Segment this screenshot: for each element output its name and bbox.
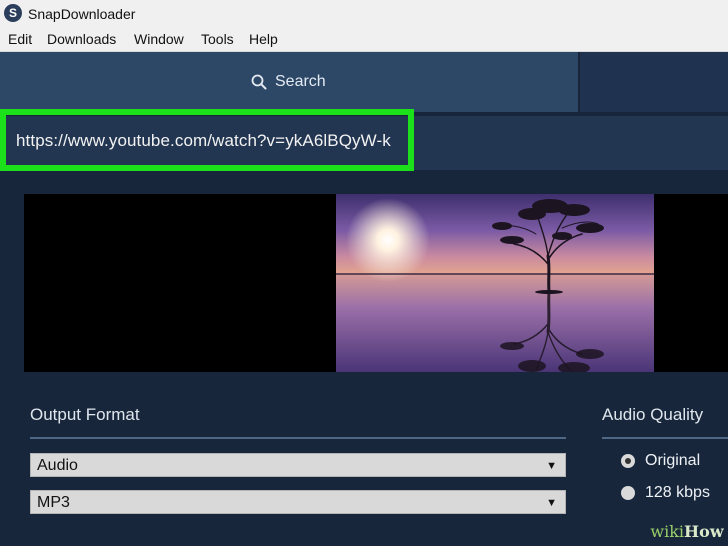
menu-window[interactable]: Window xyxy=(134,31,184,47)
radio-original[interactable] xyxy=(621,454,635,468)
menu-bar: Edit Downloads Window Tools Help xyxy=(0,28,728,52)
format-codec-select[interactable]: MP3 ▼ xyxy=(30,490,566,514)
search-icon xyxy=(251,74,267,90)
output-format-divider xyxy=(30,437,566,439)
radio-original-label: Original xyxy=(645,452,701,469)
url-input[interactable]: https://www.youtube.com/watch?v=ykA6lBQy… xyxy=(16,131,391,151)
radio-128kbps[interactable] xyxy=(621,486,635,500)
tab-secondary[interactable] xyxy=(580,52,728,112)
menu-downloads[interactable]: Downloads xyxy=(47,31,116,47)
radio-128kbps-label: 128 kbps xyxy=(645,484,710,501)
video-thumbnail xyxy=(336,194,654,372)
app-logo-icon: S xyxy=(4,4,22,22)
format-codec-value: MP3 xyxy=(37,494,70,511)
menu-help[interactable]: Help xyxy=(249,31,278,47)
audio-quality-label: Audio Quality xyxy=(602,405,704,424)
tab-search-label: Search xyxy=(275,73,326,90)
output-format-label: Output Format xyxy=(30,405,140,424)
wikihow-watermark: wiki How xyxy=(646,516,728,546)
watermark-part-1: wiki xyxy=(650,521,685,541)
format-type-value: Audio xyxy=(37,457,78,474)
dropdown-arrow-icon: ▼ xyxy=(546,460,557,472)
watermark-part-2: How xyxy=(684,521,724,541)
tab-bar: Search xyxy=(0,52,728,112)
menu-tools[interactable]: Tools xyxy=(201,31,234,47)
dropdown-arrow-icon: ▼ xyxy=(546,497,557,509)
title-bar: S SnapDownloader xyxy=(0,0,728,28)
app-title: SnapDownloader xyxy=(28,6,136,22)
video-preview xyxy=(24,194,728,372)
audio-quality-divider xyxy=(602,437,728,439)
menu-edit[interactable]: Edit xyxy=(8,31,32,47)
tab-search[interactable]: Search xyxy=(0,52,578,112)
format-type-select[interactable]: Audio ▼ xyxy=(30,453,566,477)
